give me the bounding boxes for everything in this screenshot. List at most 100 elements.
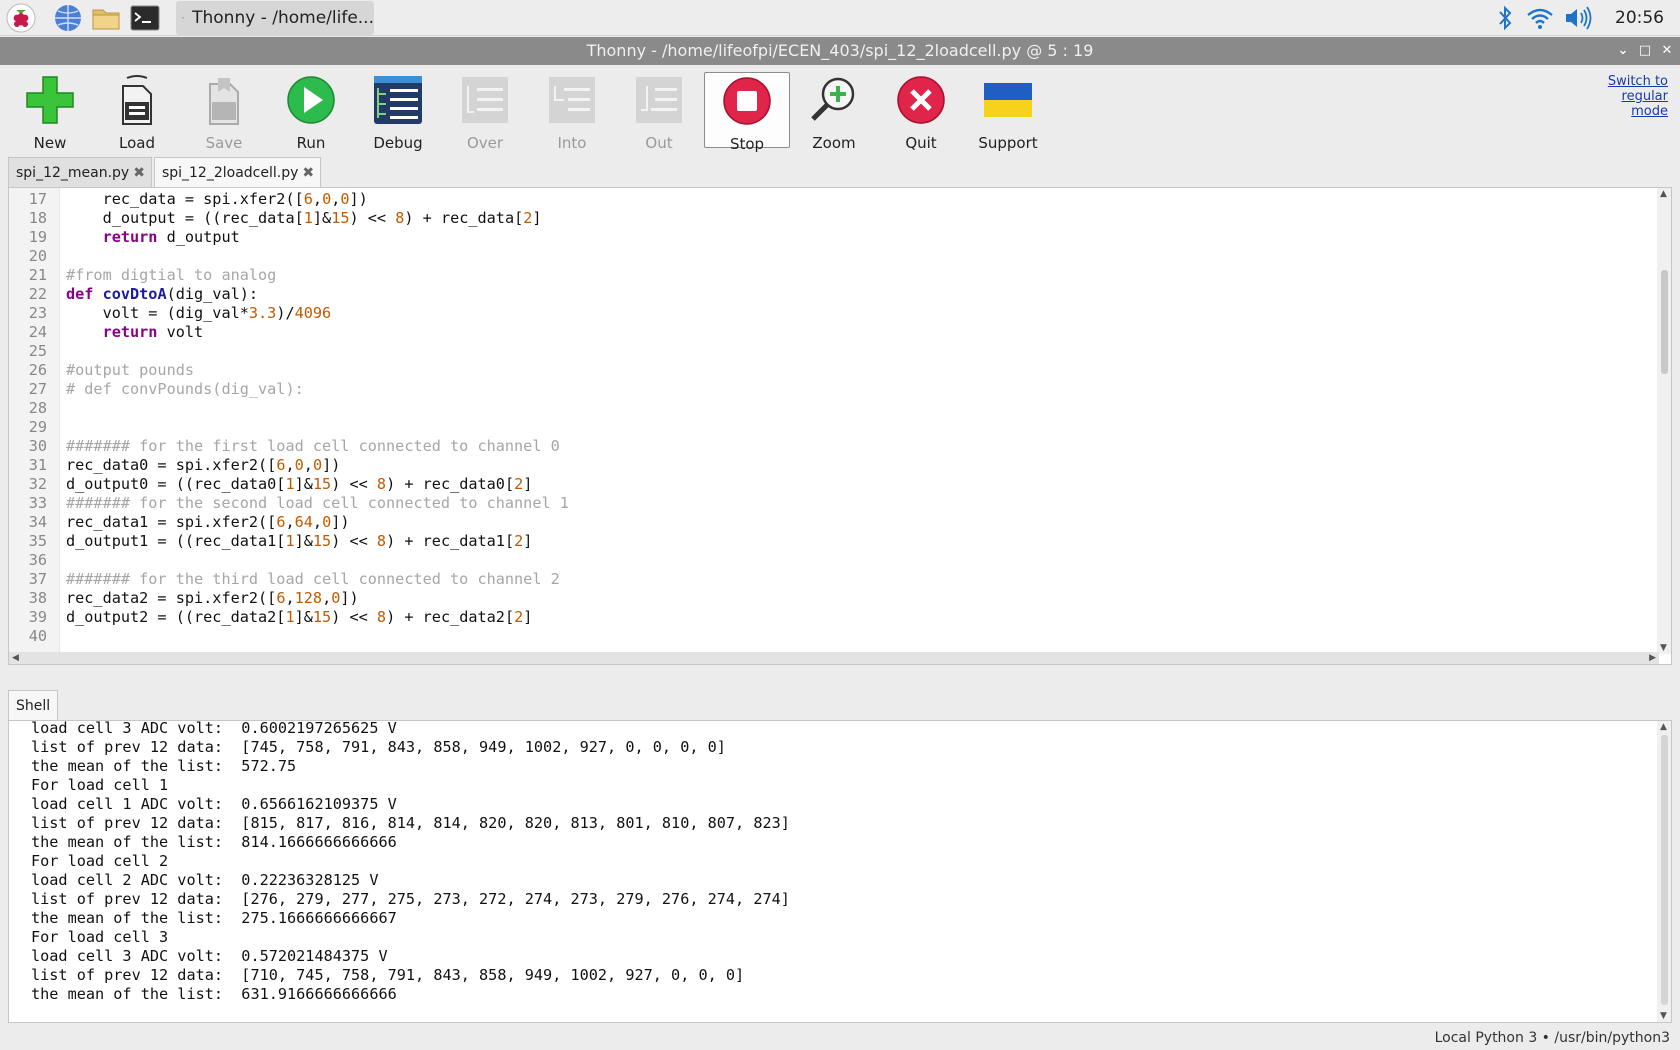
editor-scroll-thumb[interactable] [1661,270,1668,374]
scroll-right-icon[interactable]: ▶ [1649,653,1656,663]
shell-scroll-thumb[interactable] [1661,735,1668,1005]
code-line[interactable]: 20 [9,247,1649,266]
code-text[interactable]: d_output1 = ((rec_data1[1]&15) << 8) + r… [66,532,532,551]
line-number: 37 [28,570,47,588]
shell-console[interactable]: load cell 3 ADC volt: 0.6002197265625 Vl… [8,720,1672,1023]
window-title-bar[interactable]: Thonny - /home/lifeofpi/ECEN_403/spi_12_… [0,37,1680,65]
code-line[interactable]: 26 #output pounds [9,361,1649,380]
code-line[interactable]: 33 ####### for the second load cell conne… [9,494,1649,513]
quit-icon [897,76,945,124]
close-tab-icon[interactable]: ✖ [133,165,145,181]
shell-vertical-scrollbar[interactable]: ▲ ▼ [1657,721,1671,1022]
code-text[interactable]: rec_data0 = spi.xfer2([6,0,0]) [66,456,340,475]
quit-button[interactable]: Quit [878,72,964,152]
code-line[interactable]: 21 #from digtial to analog [9,266,1649,285]
editor-vertical-scrollbar[interactable]: ▲ ▼ [1657,188,1671,654]
code-line[interactable]: 39 d_output2 = ((rec_data2[1]&15) << 8) +… [9,608,1649,627]
stop-label: Stop [729,135,765,153]
code-text[interactable]: return volt [66,323,204,342]
code-text[interactable]: # def convPounds(dig_val): [66,380,304,399]
code-line[interactable]: 38 rec_data2 = spi.xfer2([6,128,0]) [9,589,1649,608]
close-icon[interactable]: ✕ [1660,44,1674,58]
minimize-icon[interactable]: ⌄ [1616,44,1630,58]
code-line[interactable]: 27 # def convPounds(dig_val): [9,380,1649,399]
code-line[interactable]: 36 [9,551,1649,570]
tab-shell[interactable]: Shell [8,690,59,720]
code-text[interactable]: ####### for the second load cell connect… [66,494,569,513]
code-line[interactable]: 35 d_output1 = ((rec_data1[1]&15) << 8) +… [9,532,1649,551]
taskbar-thonny-button[interactable]: Th Thonny - /home/life... [176,1,374,35]
code-line[interactable]: 40 [9,627,1649,646]
scroll-down-icon[interactable]: ▼ [1660,1011,1667,1021]
code-text[interactable]: d_output0 = ((rec_data0[1]&15) << 8) + r… [66,475,532,494]
scroll-up-icon[interactable]: ▲ [1660,722,1667,732]
run-button[interactable]: Run [268,72,354,152]
window-title: Thonny - /home/lifeofpi/ECEN_403/spi_12_… [586,41,1094,60]
code-text[interactable]: rec_data2 = spi.xfer2([6,128,0]) [66,589,359,608]
clock[interactable]: 20:56 [1615,8,1664,28]
code-line[interactable]: 25 [9,342,1649,361]
file-manager-icon[interactable] [91,3,121,33]
zoom-button[interactable]: Zoom [791,72,877,152]
stop-button[interactable]: Stop [704,72,790,153]
code-text[interactable]: rec_data = spi.xfer2([6,0,0]) [66,190,368,209]
code-line[interactable]: 24 return volt [9,323,1649,342]
code-line[interactable]: 29 [9,418,1649,437]
close-tab-icon[interactable]: ✖ [302,165,314,181]
code-text[interactable]: #from digtial to analog [66,266,276,285]
step-into-button[interactable]: Into [529,72,615,152]
new-button[interactable]: New [7,72,93,152]
step-out-button[interactable]: Out [616,72,702,152]
step-over-button[interactable]: Over [442,72,528,152]
code-text[interactable]: volt = (dig_val*3.3)/4096 [66,304,332,323]
terminal-icon[interactable] [130,3,160,33]
code-text[interactable]: return d_output [66,228,240,247]
code-line[interactable]: 31 rec_data0 = spi.xfer2([6,0,0]) [9,456,1649,475]
code-line[interactable]: 19 return d_output [9,228,1649,247]
tab-spi-12-2loadcell[interactable]: spi_12_2loadcell.py ✖ [153,157,322,187]
zoom-icon [811,77,855,121]
code-text[interactable]: d_output2 = ((rec_data2[1]&15) << 8) + r… [66,608,532,627]
code-line[interactable]: 34 rec_data1 = spi.xfer2([6,64,0]) [9,513,1649,532]
code-line[interactable]: 18 d_output = ((rec_data[1]&15) << 8) + … [9,209,1649,228]
line-number: 21 [28,266,47,284]
line-number: 33 [28,494,47,512]
tab-spi-12-mean[interactable]: spi_12_mean.py ✖ [8,157,152,187]
code-text[interactable]: rec_data1 = spi.xfer2([6,64,0]) [66,513,350,532]
code-line[interactable]: 23 volt = (dig_val*3.3)/4096 [9,304,1649,323]
web-browser-icon[interactable] [53,3,83,33]
code-text[interactable]: ####### for the third load cell connecte… [66,570,560,589]
load-button[interactable]: Load [94,72,180,152]
bluetooth-icon[interactable] [1495,4,1515,32]
code-line[interactable]: 32 d_output0 = ((rec_data0[1]&15) << 8) +… [9,475,1649,494]
volume-icon[interactable] [1563,4,1593,32]
switch-to-regular-mode-link[interactable]: Switch to regular mode [1598,74,1668,119]
support-button[interactable]: Support [965,72,1051,152]
code-text[interactable]: def covDtoA(dig_val): [66,285,258,304]
shell-output-line: the mean of the list: 631.9166666666666 [31,985,397,1003]
shell-output-line: For load cell 2 [31,852,169,870]
debug-label: Debug [373,134,423,152]
interpreter-status[interactable]: Local Python 3 • /usr/bin/python3 [1435,1030,1670,1046]
code-text[interactable]: d_output = ((rec_data[1]&15) << 8) + rec… [66,209,542,228]
line-number: 27 [28,380,47,398]
debug-button[interactable]: Debug [355,72,441,152]
step-over-icon [462,77,508,123]
wifi-icon[interactable] [1525,4,1555,32]
scroll-left-icon[interactable]: ◀ [12,653,19,663]
shell-output-line: For load cell 3 [31,928,169,946]
code-line[interactable]: 28 [9,399,1649,418]
save-button[interactable]: Save [181,72,267,152]
code-text[interactable]: ####### for the first load cell connecte… [66,437,560,456]
code-line[interactable]: 37 ####### for the third load cell connec… [9,570,1649,589]
raspberry-menu-icon[interactable] [6,3,36,33]
scroll-up-icon[interactable]: ▲ [1660,189,1667,199]
scroll-down-icon[interactable]: ▼ [1660,643,1667,653]
code-line[interactable]: 30 ####### for the first load cell connec… [9,437,1649,456]
code-line[interactable]: 22 def covDtoA(dig_val): [9,285,1649,304]
code-text[interactable]: #output pounds [66,361,194,380]
maximize-icon[interactable]: □ [1638,44,1652,58]
code-line[interactable]: 17 rec_data = spi.xfer2([6,0,0]) [9,190,1649,209]
editor-horizontal-scrollbar[interactable]: ◀ ▶ [9,652,1659,664]
code-editor[interactable]: 17 rec_data = spi.xfer2([6,0,0]) 18 d_out… [8,187,1672,665]
